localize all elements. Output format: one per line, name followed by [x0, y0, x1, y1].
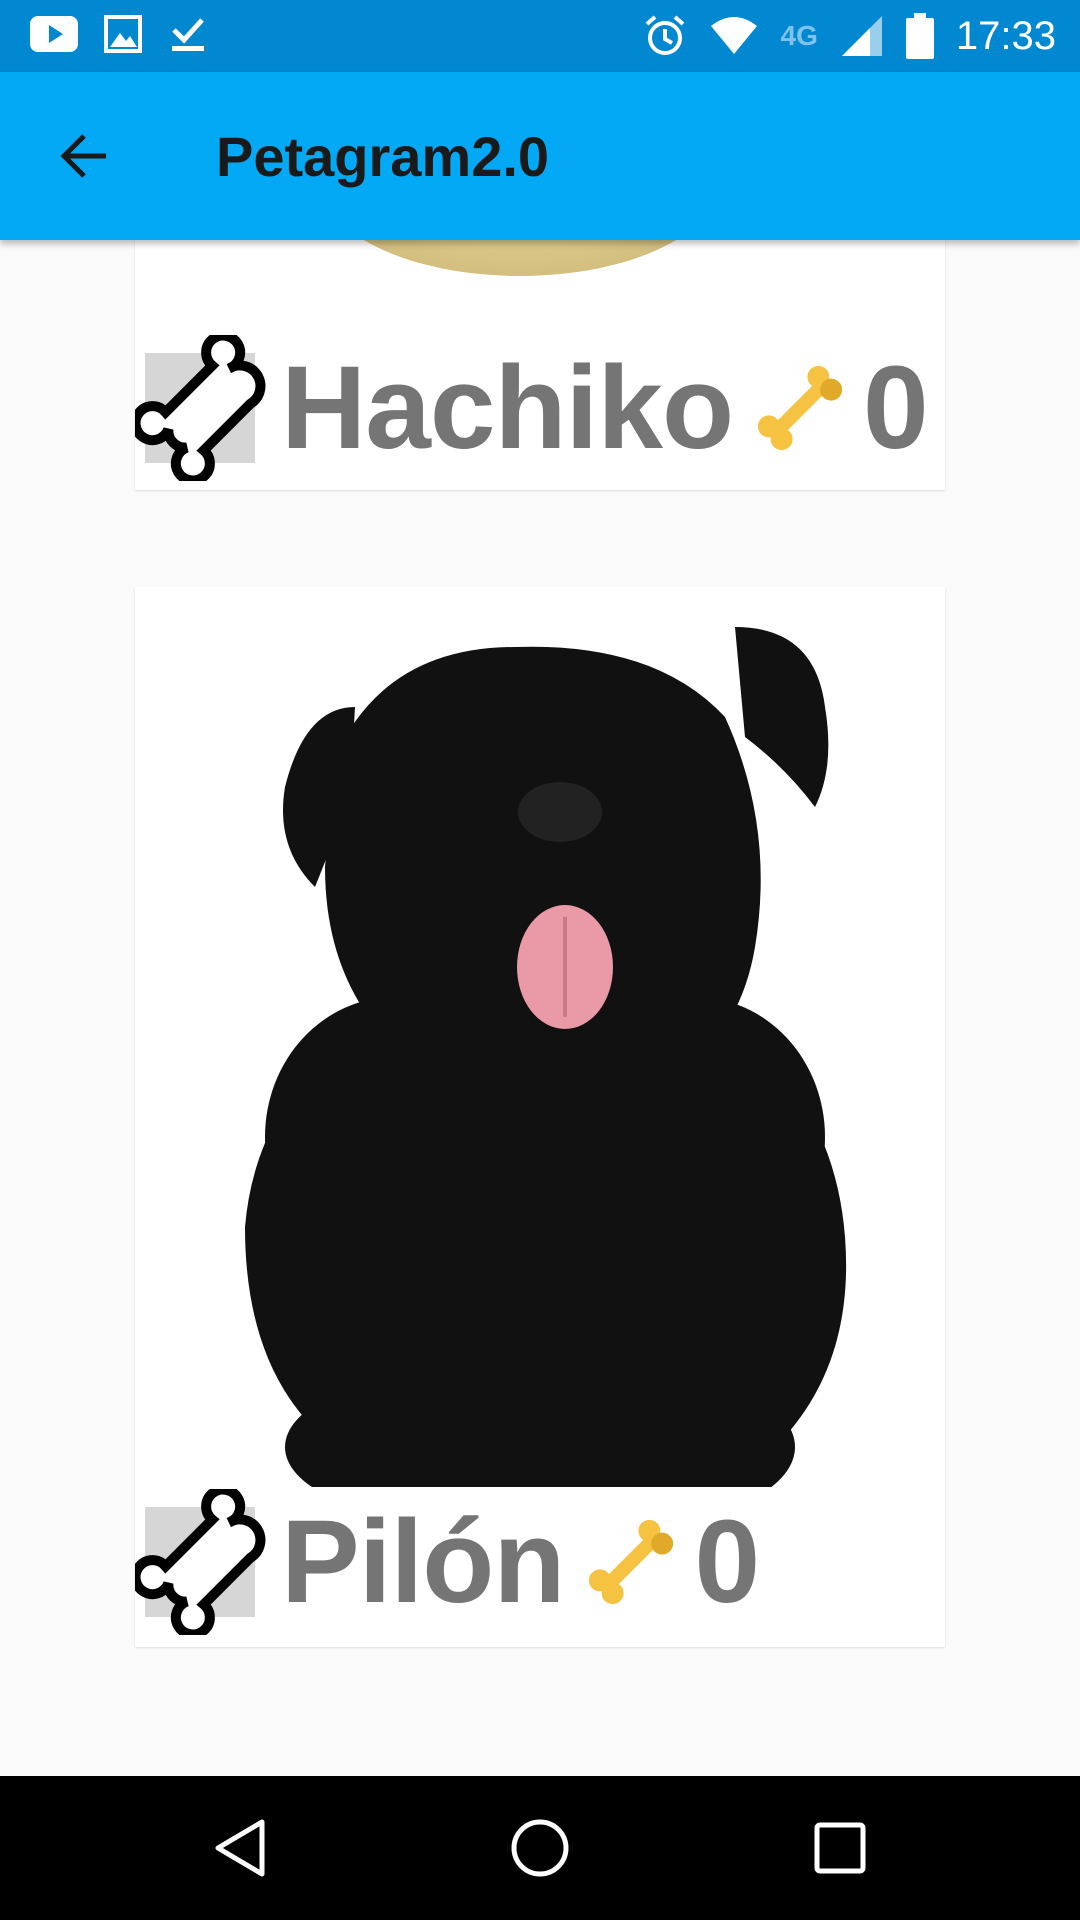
youtube-icon — [30, 16, 78, 52]
pet-photo — [320, 240, 720, 276]
pet-info-row: Pilón 0 — [135, 1489, 945, 1635]
rate-pet-button[interactable] — [135, 335, 281, 481]
page-title: Petagram2.0 — [216, 125, 550, 188]
pet-card: Hachiko 0 — [135, 240, 945, 490]
bone-outline-icon — [135, 1489, 266, 1635]
gallery-icon — [104, 15, 142, 53]
app-bar: Petagram2.0 — [0, 72, 1080, 240]
pet-name: Pilón — [281, 1496, 565, 1628]
pet-name: Hachiko — [281, 342, 734, 474]
nav-recents-button[interactable] — [800, 1816, 880, 1880]
status-time: 17:33 — [955, 13, 1056, 58]
network-type: 4G — [780, 20, 818, 51]
alarm-icon — [645, 15, 684, 55]
nav-home-button[interactable] — [500, 1816, 580, 1880]
signal-icon — [841, 16, 882, 56]
recents-square-icon — [814, 1822, 866, 1874]
pet-list[interactable]: Hachiko 0 Pilón 0 — [0, 240, 1080, 1776]
pet-card: Pilón 0 — [135, 587, 945, 1647]
pet-info-row: Hachiko 0 — [135, 335, 945, 481]
status-bar: 4G 17:33 — [0, 0, 1080, 72]
wifi-icon — [710, 17, 757, 54]
download-done-icon — [172, 18, 204, 51]
likes-count: 0 — [694, 1496, 761, 1628]
bone-outline-icon — [135, 335, 266, 481]
home-circle-icon — [511, 1819, 569, 1877]
likes-count: 0 — [863, 342, 929, 474]
back-triangle-icon — [215, 1819, 265, 1877]
back-button[interactable] — [40, 116, 128, 196]
battery-icon — [905, 13, 934, 59]
pet-photo — [245, 627, 847, 1487]
nav-back-button[interactable] — [200, 1816, 280, 1880]
navigation-bar — [0, 1776, 1080, 1920]
gold-bone-icon — [757, 365, 843, 451]
rate-pet-button[interactable] — [135, 1489, 281, 1635]
gold-bone-icon — [589, 1519, 674, 1605]
arrow-back-icon — [60, 134, 106, 178]
